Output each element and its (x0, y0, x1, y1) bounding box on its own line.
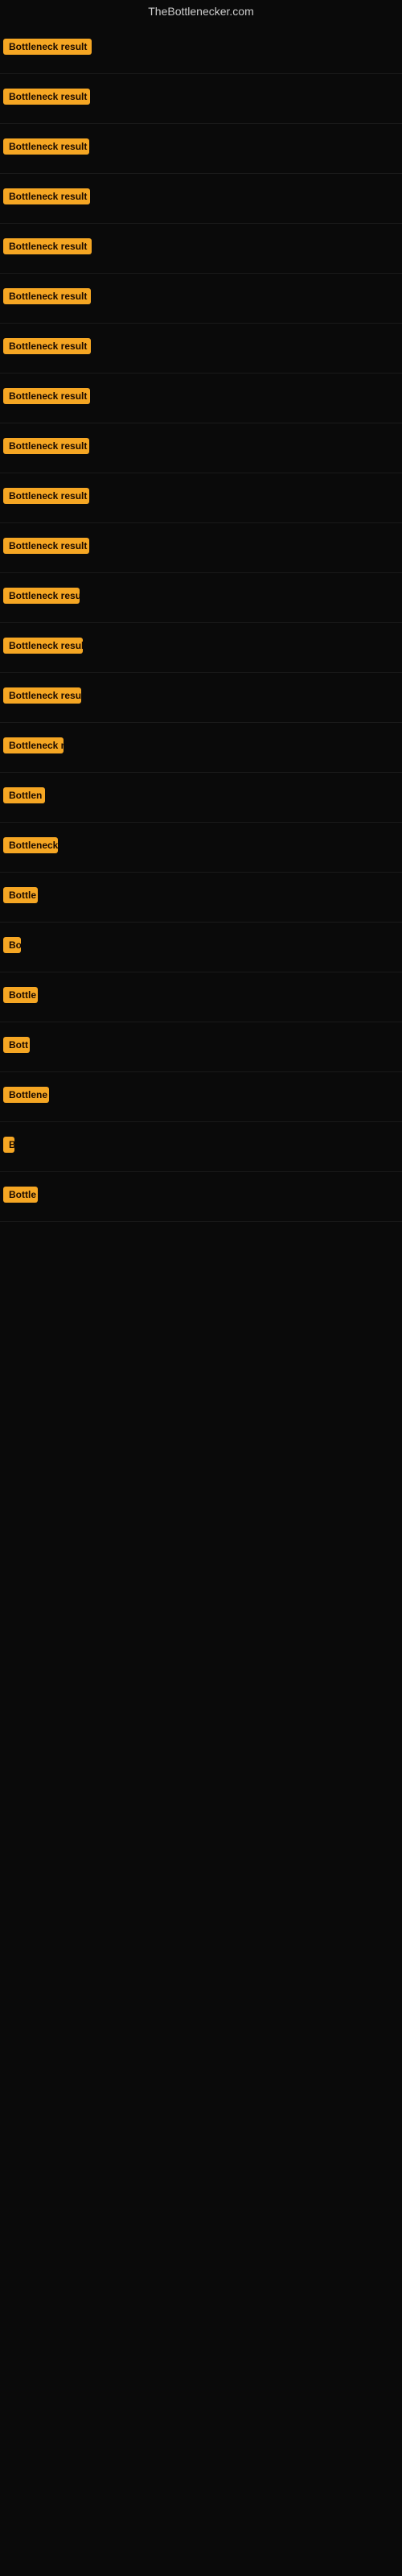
bottleneck-item: Bottleneck r (0, 723, 402, 773)
bottleneck-item: Bottleneck resul (0, 623, 402, 673)
bottleneck-item: Bottleneck result (0, 473, 402, 523)
bottleneck-item: Bottle (0, 1172, 402, 1222)
bottleneck-badge[interactable]: Bottleneck result (3, 89, 90, 105)
bottleneck-badge[interactable]: Bottleneck result (3, 138, 89, 155)
bottleneck-badge[interactable]: Bottle (3, 987, 38, 1003)
bottleneck-item: Bottleneck result (0, 24, 402, 74)
bottleneck-badge[interactable]: Bottleneck result (3, 538, 89, 554)
bottleneck-badge[interactable]: Bottleneck result (3, 438, 89, 454)
bottleneck-badge[interactable]: Bottleneck resul (3, 687, 81, 704)
bottleneck-item: Bottleneck result (0, 224, 402, 274)
site-title: TheBottlenecker.com (0, 0, 402, 24)
bottleneck-item: Bottleneck result (0, 74, 402, 124)
bottleneck-item: Bo (0, 923, 402, 972)
bottleneck-item: Bottlene (0, 1072, 402, 1122)
bottleneck-item: Bottleneck result (0, 124, 402, 174)
bottleneck-badge[interactable]: Bottleneck resu (3, 588, 80, 604)
bottleneck-badge[interactable]: Bo (3, 937, 21, 953)
bottleneck-badge[interactable]: Bottleneck result (3, 188, 90, 204)
bottleneck-item: Bottleneck result (0, 174, 402, 224)
bottleneck-item: Bottlen (0, 773, 402, 823)
bottleneck-badge[interactable]: Bottleneck result (3, 288, 91, 304)
bottleneck-badge[interactable]: Bottlene (3, 1087, 49, 1103)
bottleneck-badge[interactable]: Bottlen (3, 787, 45, 803)
bottleneck-badge[interactable]: Bottleneck result (3, 338, 91, 354)
page-container: TheBottlenecker.com Bottleneck resultBot… (0, 0, 402, 2576)
bottleneck-item: Bottleneck result (0, 274, 402, 324)
bottleneck-item: Bottleneck result (0, 523, 402, 573)
items-container: Bottleneck result Bottleneck result Bottle… (0, 24, 402, 1222)
bottleneck-item: Bottleneck (0, 823, 402, 873)
bottleneck-item: Bottleneck result (0, 423, 402, 473)
bottleneck-badge[interactable]: Bottleneck result (3, 39, 92, 55)
bottleneck-item: Bottleneck resu (0, 573, 402, 623)
bottleneck-badge[interactable]: Bottleneck resul (3, 638, 83, 654)
bottleneck-item: Bottle (0, 972, 402, 1022)
bottleneck-badge[interactable]: Bottleneck (3, 837, 58, 853)
bottleneck-badge[interactable]: Bottleneck result (3, 238, 92, 254)
bottleneck-badge[interactable]: Bott (3, 1037, 30, 1053)
bottleneck-badge[interactable]: Bottleneck result (3, 488, 89, 504)
bottleneck-badge[interactable]: Bottleneck result (3, 388, 90, 404)
bottleneck-badge[interactable]: B (3, 1137, 14, 1153)
bottleneck-badge[interactable]: Bottleneck r (3, 737, 64, 753)
bottleneck-item: Bottleneck result (0, 324, 402, 374)
bottleneck-badge[interactable]: Bottle (3, 887, 38, 903)
bottleneck-item: Bottle (0, 873, 402, 923)
bottleneck-item: Bottleneck result (0, 374, 402, 423)
bottleneck-item: Bottleneck resul (0, 673, 402, 723)
bottleneck-item: B (0, 1122, 402, 1172)
bottleneck-item: Bott (0, 1022, 402, 1072)
bottleneck-badge[interactable]: Bottle (3, 1187, 38, 1203)
